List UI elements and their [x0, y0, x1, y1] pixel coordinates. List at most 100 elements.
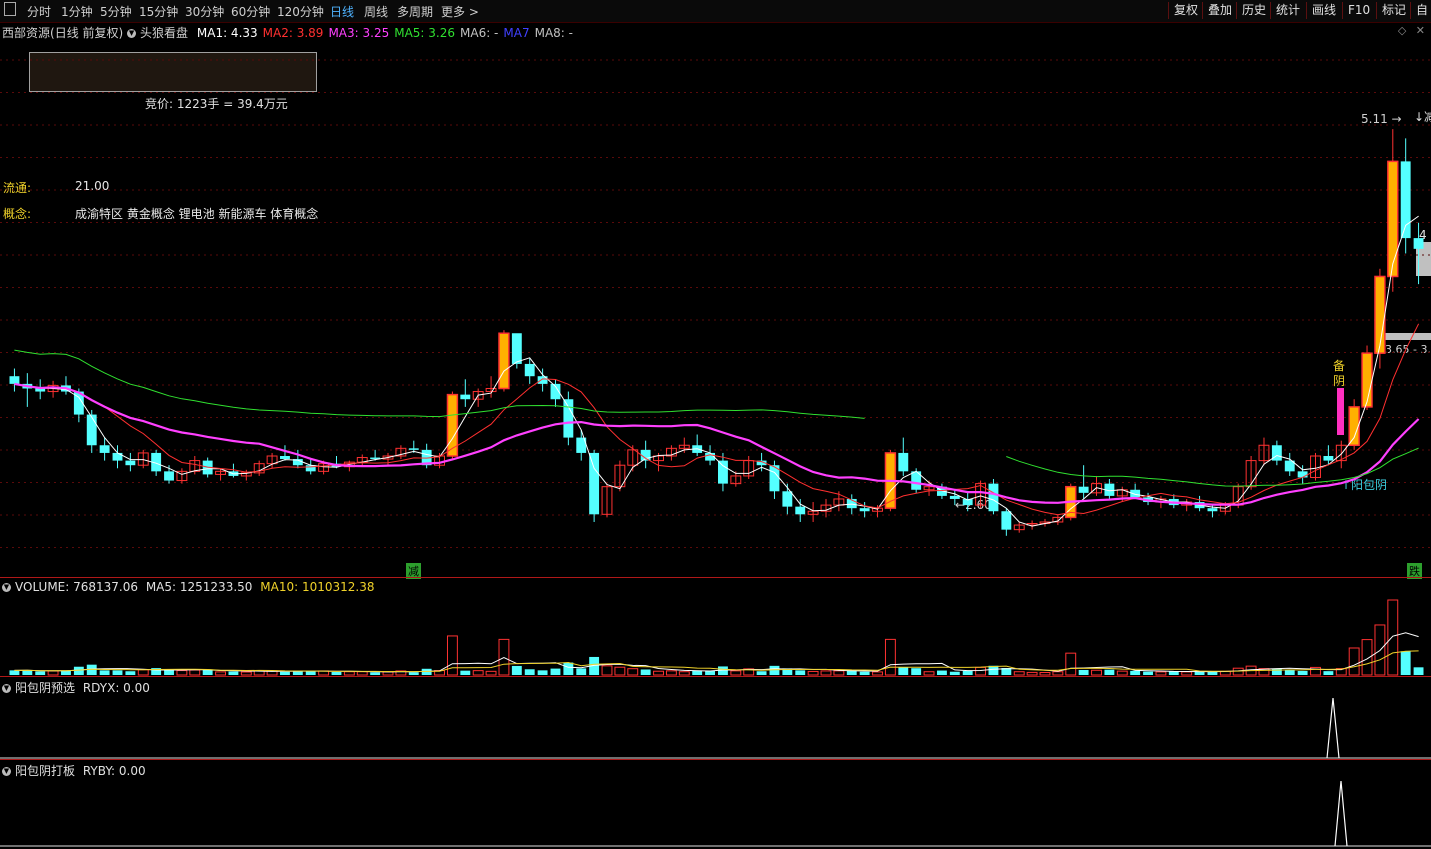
candle-body — [86, 414, 97, 446]
candle-body — [563, 399, 574, 438]
volume-bar — [112, 670, 123, 675]
volume-bar — [73, 666, 84, 675]
volume-bar — [35, 671, 46, 675]
volume-bar — [228, 671, 239, 675]
volume-bar — [872, 671, 883, 676]
volume-bar — [653, 670, 664, 676]
candle-body — [524, 363, 535, 377]
volume-bar — [370, 672, 381, 675]
volume-bar — [1052, 671, 1064, 676]
candle-body — [1297, 471, 1308, 478]
candle-body — [1361, 352, 1373, 408]
candle-body — [1387, 160, 1399, 278]
indicator1-spike — [1326, 697, 1340, 759]
volume-bar — [537, 670, 548, 675]
signal-candle — [1337, 388, 1344, 435]
volume-bar — [1039, 672, 1051, 676]
volume-bar — [137, 669, 149, 676]
volume-bar — [1026, 671, 1038, 676]
candle-body — [305, 465, 316, 472]
volume-bar — [1348, 647, 1360, 676]
candle-body — [949, 495, 960, 499]
candle-body — [408, 448, 419, 450]
volume-bar — [343, 671, 355, 676]
volume-bar — [1104, 669, 1115, 675]
volume-bar — [1130, 670, 1141, 675]
volume-bar — [949, 671, 960, 675]
volume-bar — [1413, 667, 1424, 675]
candlestick-chart[interactable] — [0, 0, 1431, 849]
volume-bar — [1091, 669, 1102, 676]
volume-bar — [176, 670, 188, 676]
volume-bar — [1143, 671, 1153, 675]
volume-bar — [1155, 671, 1167, 676]
volume-bar — [665, 670, 677, 676]
volume-bar — [640, 669, 651, 675]
candle-body — [718, 460, 728, 484]
volume-bar — [280, 671, 290, 675]
volume-bar — [47, 670, 59, 676]
volume-bar — [1065, 652, 1077, 676]
volume-bar — [240, 671, 252, 676]
volume-bar — [550, 668, 561, 675]
volume-bar — [215, 671, 226, 676]
volume-bar — [936, 670, 947, 675]
volume-bar — [884, 638, 896, 676]
indicator2-spike — [1334, 780, 1348, 847]
volume-ma10-line — [14, 650, 1419, 673]
volume-bar — [1284, 669, 1295, 675]
volume-bar — [189, 669, 201, 676]
volume-bar — [1207, 671, 1218, 675]
volume-bar — [795, 670, 806, 675]
candle-body — [795, 506, 806, 515]
volume-bar — [730, 670, 742, 676]
candle-body — [99, 445, 110, 453]
volume-bar — [305, 671, 316, 675]
volume-bar — [962, 670, 973, 675]
volume-bar — [898, 667, 909, 675]
volume-bar — [859, 671, 870, 675]
volume-bar — [923, 671, 935, 676]
candle-body — [112, 452, 123, 461]
volume-bar — [678, 671, 690, 676]
candle-body — [164, 471, 174, 481]
ma5-line — [14, 349, 865, 419]
candle-body — [511, 333, 522, 364]
candle-body — [1348, 406, 1360, 447]
candle-body — [125, 460, 136, 466]
ma5-line-2 — [1006, 447, 1419, 487]
volume-bar — [485, 670, 497, 676]
volume-bar — [1400, 651, 1411, 675]
volume-bar — [614, 666, 626, 676]
volume-bar — [1116, 670, 1128, 676]
volume-bar — [576, 668, 587, 675]
volume-bar — [1078, 669, 1089, 675]
candle-body — [1078, 486, 1089, 493]
candle-body — [280, 456, 290, 460]
candle-body — [1323, 456, 1334, 461]
volume-bar — [9, 670, 20, 675]
volume-bar — [627, 668, 639, 676]
candle-body — [898, 452, 909, 472]
volume-bar — [331, 671, 342, 675]
volume-bar — [99, 670, 110, 675]
volume-bar — [769, 665, 780, 675]
candle-body — [782, 491, 793, 507]
candle-body — [1374, 275, 1386, 354]
volume-bar — [807, 670, 819, 676]
volume-bar — [472, 670, 484, 676]
volume-bar — [975, 666, 987, 676]
candle-body — [589, 452, 600, 515]
volume-bar — [61, 670, 71, 675]
volume-bar — [460, 670, 471, 675]
candle-body — [1001, 511, 1012, 530]
candle-body — [1413, 238, 1424, 249]
volume-bar — [1181, 671, 1193, 676]
candle-body — [859, 508, 870, 512]
volume-bar — [820, 670, 832, 676]
volume-bar — [833, 670, 845, 676]
candle-body — [988, 483, 999, 512]
volume-bar — [356, 671, 368, 676]
volume-bar — [164, 670, 174, 675]
volume-bar — [524, 669, 535, 675]
